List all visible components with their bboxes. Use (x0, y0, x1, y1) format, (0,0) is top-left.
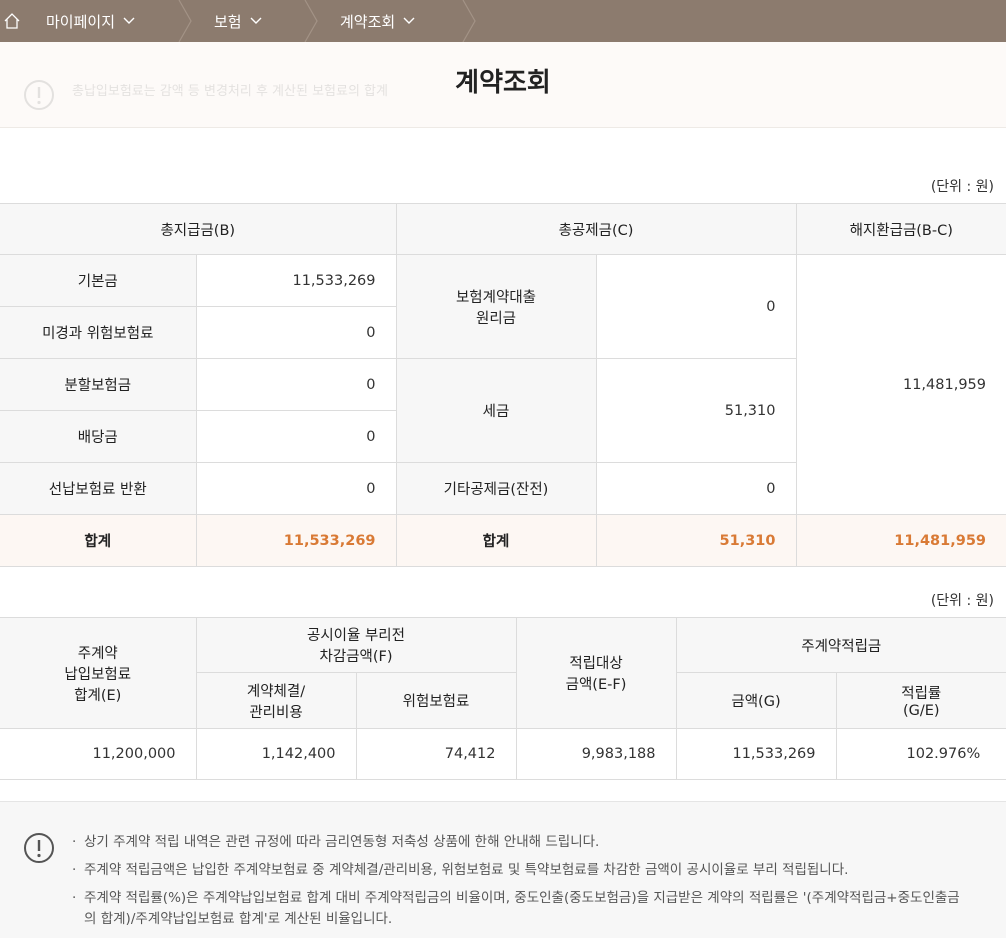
header-line: 납입보험료 (64, 666, 132, 683)
header-line: 주계약 (77, 645, 118, 662)
deduction-label-line: 보험계약대출 (455, 289, 537, 306)
info-icon (24, 833, 54, 863)
notes-list: 상기 주계약 적립 내역은 관련 규정에 따라 금리연동형 저축성 상품에 한해… (72, 832, 972, 937)
header-total-deduction: 총공제금(C) (395, 203, 797, 255)
header-line: (G/E) (902, 703, 940, 719)
title-area: 총납입보험료는 감액 등 변경처리 후 계산된 보험료의 합계 계약조회 (0, 42, 1006, 128)
deduction-label: 보험계약대출원리금 (395, 254, 597, 359)
header-line: 관리비용 (249, 704, 303, 721)
value-rate: 102.976% (835, 728, 1006, 780)
breadcrumb-separator (462, 0, 476, 42)
breadcrumb-mypage[interactable]: 마이페이지 (24, 0, 192, 42)
deduction-label: 세금 (395, 358, 597, 463)
header-line: 계약체결/ (246, 683, 306, 700)
header-amount-g: 금액(G) (675, 672, 837, 729)
row-label: 미경과 위험보험료 (0, 306, 197, 359)
row-label: 분할보험금 (0, 358, 197, 411)
value-accumulation-target: 9,983,188 (515, 728, 677, 780)
refund-table: 총지급금(B) 총공제금(C) 해지환급금(B-C) 기본금 11,533,26… (0, 203, 1006, 567)
row-label: 배당금 (0, 410, 197, 463)
header-line: 합계(E) (74, 687, 122, 704)
value-amount-g: 11,533,269 (675, 728, 837, 780)
row-value: 11,533,269 (195, 254, 397, 307)
header-deduction-group: 공시이율 부리전차감금액(F) (195, 617, 517, 673)
accumulation-table: 주계약납입보험료합계(E) 공시이율 부리전차감금액(F) 적립대상금액(E-F… (0, 617, 1006, 780)
refund-value: 11,481,959 (795, 254, 1006, 515)
sum-deduction: 51,310 (595, 514, 797, 567)
row-value: 0 (195, 358, 397, 411)
breadcrumb-insurance[interactable]: 보험 (192, 0, 318, 42)
breadcrumb-separator (178, 0, 192, 42)
breadcrumb-contract-inquiry[interactable]: 계약조회 (318, 0, 476, 42)
note-item: 상기 주계약 적립 내역은 관련 규정에 따라 금리연동형 저축성 상품에 한해… (72, 832, 972, 853)
header-line: 공시이율 부리전 (307, 628, 405, 644)
header-total-payment: 총지급금(B) (0, 203, 397, 255)
row-label: 선납보험료 반환 (0, 462, 197, 515)
deduction-value: 0 (595, 254, 797, 359)
sum-refund: 11,481,959 (795, 514, 1006, 567)
header-line: 금액(E-F) (565, 677, 627, 693)
deduction-label-line: 원리금 (475, 310, 517, 327)
breadcrumb-nav: 마이페이지 보험 계약조회 (0, 0, 1006, 42)
breadcrumb-label: 계약조회 (340, 12, 396, 31)
row-label: 기본금 (0, 254, 197, 307)
value-contract-cost: 1,142,400 (195, 728, 357, 780)
header-premium-total: 주계약납입보험료합계(E) (0, 617, 197, 729)
row-value: 0 (195, 462, 397, 515)
sum-label: 합계 (0, 514, 197, 567)
header-line: 차감금액(F) (319, 649, 393, 665)
row-value: 0 (195, 410, 396, 463)
deduction-label: 기타공제금(잔전) (395, 462, 597, 515)
header-line: 적립률 (901, 686, 942, 702)
value-risk-premium: 74,412 (355, 728, 517, 780)
chevron-down-icon (123, 17, 135, 25)
note-item: 주계약 적립금액은 납입한 주계약보험료 중 계약체결/관리비용, 위험보험료 … (72, 860, 972, 881)
header-risk-premium: 위험보험료 (355, 672, 517, 729)
unit-label: (단위 : 원) (930, 593, 994, 609)
row-value: 0 (195, 306, 396, 359)
header-contract-cost: 계약체결/관리비용 (196, 672, 357, 729)
header-reserve-group: 주계약적립금 (675, 617, 1006, 673)
breadcrumb-label: 마이페이지 (46, 12, 116, 31)
deduction-value: 0 (595, 462, 796, 515)
sum-label: 합계 (395, 514, 597, 567)
notes-box: 상기 주계약 적립 내역은 관련 규정에 따라 금리연동형 저축성 상품에 한해… (0, 801, 1006, 938)
breadcrumb-label: 보험 (214, 12, 242, 31)
header-refund: 해지환급금(B-C) (795, 203, 1006, 255)
header-line: 적립대상 (569, 656, 623, 672)
sum-payment: 11,533,269 (195, 514, 397, 567)
header-accumulation-target: 적립대상금액(E-F) (515, 617, 677, 729)
unit-label: (단위 : 원) (930, 179, 994, 195)
page-title: 계약조회 (455, 68, 551, 98)
chevron-down-icon (250, 17, 262, 25)
breadcrumb-separator (304, 0, 318, 42)
note-item: 주계약 적립률(%)은 주계약납입보험료 합계 대비 주계약적립금의 비율이며,… (72, 888, 972, 930)
home-icon[interactable] (0, 0, 24, 42)
deduction-value: 51,310 (595, 358, 796, 463)
header-rate: 적립률 (G/E) (835, 672, 1006, 729)
chevron-down-icon (403, 17, 415, 25)
value-premium-total: 11,200,000 (0, 728, 197, 780)
